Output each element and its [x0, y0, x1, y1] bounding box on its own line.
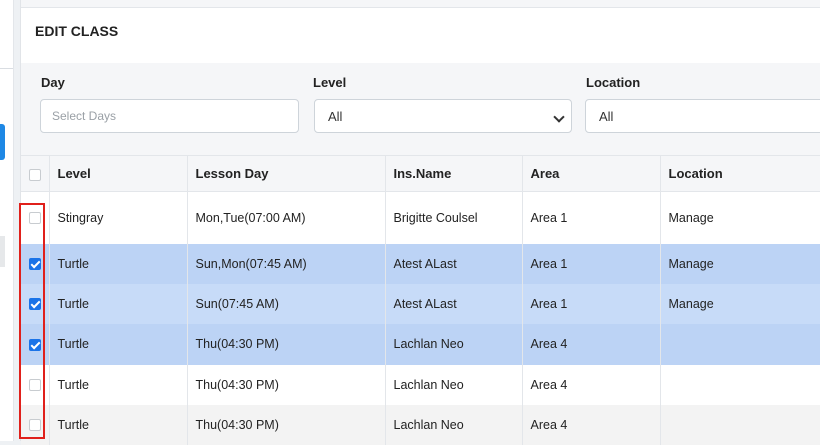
row-select-cell: [21, 283, 50, 324]
row-checkbox[interactable]: [28, 338, 41, 351]
left-sidebar: [0, 0, 14, 441]
cell-area: Area 4: [522, 323, 661, 365]
cell-ins-name: Lachlan Neo: [385, 404, 523, 445]
row-select-cell: [21, 404, 50, 445]
row-checkbox[interactable]: [28, 419, 41, 432]
day-select-placeholder: Select Days: [52, 109, 117, 123]
cell-ins-name: Brigitte Coulsel: [385, 191, 523, 244]
table-row[interactable]: Turtle Thu(04:30 PM) Lachlan Neo Area 4: [21, 364, 820, 405]
sidebar-active-indicator[interactable]: [0, 124, 5, 160]
cell-location: [660, 323, 820, 365]
cell-level: Turtle: [49, 364, 188, 405]
table-row[interactable]: Stingray Mon,Tue(07:00 AM) Brigitte Coul…: [21, 191, 820, 244]
table-row[interactable]: Turtle Sun(07:45 AM) Atest ALast Area 1 …: [21, 283, 820, 324]
row-checkbox[interactable]: [28, 258, 41, 271]
cell-location: Manage: [660, 283, 820, 324]
cell-lesson-day: Thu(04:30 PM): [187, 323, 386, 365]
cell-ins-name: Atest ALast: [385, 283, 523, 324]
cell-ins-name: Lachlan Neo: [385, 323, 523, 365]
cell-ins-name: Atest ALast: [385, 243, 523, 284]
row-select-cell: [21, 191, 50, 244]
level-filter-label: Level: [313, 75, 347, 90]
table-row[interactable]: Turtle Thu(04:30 PM) Lachlan Neo Area 4: [21, 323, 820, 365]
level-select-value: All: [328, 109, 343, 124]
location-filter-label: Location: [586, 75, 641, 90]
sidebar-item[interactable]: [0, 236, 5, 267]
cell-lesson-day: Mon,Tue(07:00 AM): [187, 191, 386, 244]
cell-area: Area 1: [522, 191, 661, 244]
level-select[interactable]: All: [314, 99, 572, 133]
cell-lesson-day: Thu(04:30 PM): [187, 364, 386, 405]
cell-level: Stingray: [49, 191, 188, 244]
row-checkbox[interactable]: [28, 379, 41, 392]
table-row[interactable]: Turtle Sun,Mon(07:45 AM) Atest ALast Are…: [21, 243, 820, 284]
column-header-level[interactable]: Level: [49, 155, 188, 192]
table-header-row: Level Lesson Day Ins.Name Area Location: [21, 155, 820, 192]
row-select-cell: [21, 364, 50, 405]
column-header-ins-name[interactable]: Ins.Name: [385, 155, 523, 192]
row-checkbox[interactable]: [28, 212, 41, 225]
cell-lesson-day: Thu(04:30 PM): [187, 404, 386, 445]
cell-location: [660, 364, 820, 405]
cell-level: Turtle: [49, 243, 188, 284]
cell-area: Area 1: [522, 283, 661, 324]
cell-location: [660, 404, 820, 445]
cell-lesson-day: Sun(07:45 AM): [187, 283, 386, 324]
class-table: Level Lesson Day Ins.Name Area Location …: [21, 155, 820, 445]
location-select-value: All: [599, 109, 614, 124]
column-header-area[interactable]: Area: [522, 155, 661, 192]
cell-level: Turtle: [49, 283, 188, 324]
day-select-input[interactable]: Select Days: [40, 99, 299, 133]
edit-class-panel: EDIT CLASS Day Select Days Level All Loc…: [20, 0, 820, 445]
cell-level: Turtle: [49, 323, 188, 365]
table-row[interactable]: Turtle Thu(04:30 PM) Lachlan Neo Area 4: [21, 404, 820, 445]
day-filter-label: Day: [41, 75, 65, 90]
cell-area: Area 4: [522, 364, 661, 405]
panel-header: EDIT CLASS: [21, 7, 820, 64]
column-header-lesson-day[interactable]: Lesson Day: [187, 155, 386, 192]
row-select-cell: [21, 243, 50, 284]
cell-location: Manage: [660, 243, 820, 284]
cell-lesson-day: Sun,Mon(07:45 AM): [187, 243, 386, 284]
filter-bar: Day Select Days Level All Location All: [21, 63, 820, 155]
location-select[interactable]: All: [585, 99, 820, 133]
cell-area: Area 1: [522, 243, 661, 284]
sidebar-divider: [0, 68, 13, 69]
select-all-cell: [21, 155, 50, 192]
page-title: EDIT CLASS: [35, 23, 119, 39]
row-select-cell: [21, 323, 50, 365]
cell-level: Turtle: [49, 404, 188, 445]
column-header-location[interactable]: Location: [660, 155, 820, 192]
row-checkbox[interactable]: [28, 298, 41, 311]
chevron-down-icon: [553, 111, 565, 123]
cell-area: Area 4: [522, 404, 661, 445]
cell-ins-name: Lachlan Neo: [385, 364, 523, 405]
select-all-checkbox[interactable]: [28, 168, 41, 181]
cell-location: Manage: [660, 191, 820, 244]
